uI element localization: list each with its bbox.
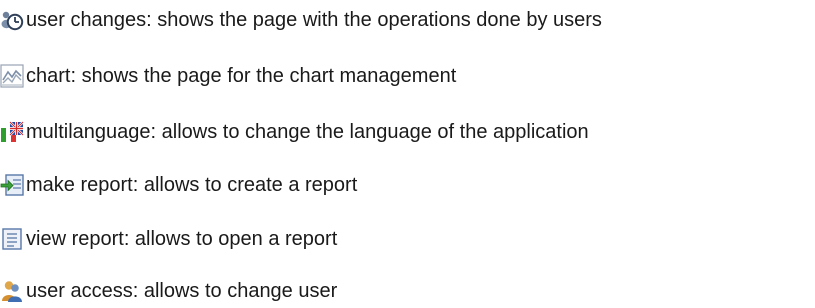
view-report-icon [0,227,24,251]
list-item-text: user changes: shows the page with the op… [26,9,602,31]
chart-icon [0,64,24,88]
list-item-multilanguage: multilanguage: allows to change the lang… [0,118,589,146]
list-item-user-changes: user changes: shows the page with the op… [0,6,602,34]
make-report-icon [0,173,24,197]
list-item-text: multilanguage: allows to change the lang… [26,121,589,143]
list-item-text: user access: allows to change user [26,280,338,302]
list-item-make-report: make report: allows to create a report [0,171,357,199]
user-access-icon [0,279,24,303]
list-item-text: view report: allows to open a report [26,228,338,250]
user-changes-icon [0,8,24,32]
list-item-text: make report: allows to create a report [26,174,358,196]
list-item-chart: chart: shows the page for the chart mana… [0,62,456,90]
list-item-view-report: view report: allows to open a report [0,225,337,253]
multilanguage-flag-icon [0,120,24,144]
list-item-text: chart: shows the page for the chart mana… [26,65,457,87]
feature-legend-list: user changes: shows the page with the op… [0,0,815,308]
list-item-user-access: user access: allows to change user [0,277,337,305]
